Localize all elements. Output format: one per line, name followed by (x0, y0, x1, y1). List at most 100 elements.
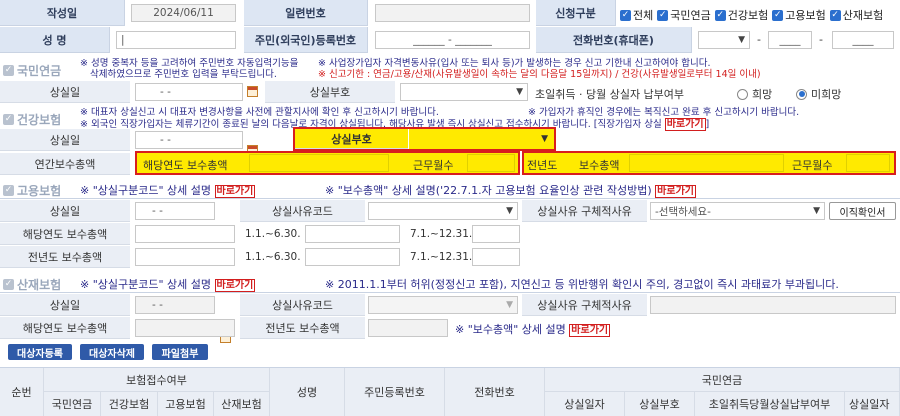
chevron-down-icon: ▼ (813, 206, 820, 216)
calendar-icon[interactable] (247, 86, 258, 97)
col-pension-loss-date-2: 상실일자 (845, 392, 900, 416)
health-prev-months-input[interactable] (846, 154, 890, 172)
health-go-link[interactable]: 바로가기 (664, 118, 706, 131)
separation-confirm-button[interactable]: 이직확인서 (829, 202, 896, 220)
employment-period2-input[interactable] (472, 225, 520, 243)
employment-prev-year-pay-input[interactable] (135, 248, 235, 266)
col-receipt-group: 보험접수여부 (44, 368, 270, 392)
industrial-loss-date-input[interactable]: - - (135, 296, 215, 314)
health-loss-code-select[interactable]: ▼ (409, 129, 554, 149)
pension-loss-date-input[interactable]: - - (135, 83, 243, 101)
health-annual-pay-label: 연간보수총액 (0, 153, 130, 175)
employment-note-1: ※ "상실구분코드" 상세 설명 바로가기 (80, 184, 256, 198)
employment-prev-period1-label: 1.1.~6.30. (245, 251, 301, 263)
industrial-prev-year-pay-label: 전년도 보수총액 (240, 317, 365, 339)
industrial-go-link-1[interactable]: 바로가기 (214, 279, 256, 292)
name-input[interactable]: | (116, 31, 236, 49)
employment-period1-input[interactable] (305, 225, 400, 243)
industrial-prev-year-pay-input[interactable] (368, 319, 448, 337)
health-work-months-label: 근무월수 (413, 159, 454, 172)
delete-subject-button[interactable]: 대상자삭제 (80, 344, 144, 360)
col-pension-loss-code: 상실부호 (625, 392, 695, 416)
employment-loss-date-input[interactable]: - - (135, 202, 215, 220)
employment-this-year-pay-input[interactable] (135, 225, 235, 243)
industrial-reason-detail-input[interactable] (650, 296, 896, 314)
name-label: 성 명 (0, 27, 110, 53)
employment-this-year-pay-label: 해당연도 보수총액 (0, 223, 130, 245)
industrial-this-year-pay-label: 해당연도 보수총액 (0, 317, 130, 339)
check-icon: ✓ (620, 9, 631, 21)
checkbox-all[interactable]: ✓ 전체 (620, 7, 653, 23)
radio-icon (796, 88, 807, 100)
col-rrn: 주민등록번호 (345, 368, 445, 416)
request-type-label: 신청구분 (536, 0, 616, 26)
phone-dash: - (819, 33, 823, 46)
radio-hope[interactable]: 희망 (737, 86, 772, 102)
rrn-input[interactable]: ______ - _______ (375, 31, 530, 49)
phone-mid-input[interactable]: ____ (768, 31, 812, 49)
pension-loss-code-label: 상실부호 (265, 81, 395, 103)
check-icon: ✓ (829, 9, 841, 21)
checkbox-pension[interactable]: ✓ 국민연금 (657, 7, 711, 23)
chevron-down-icon: ▼ (738, 35, 745, 45)
col-receipt-industrial: 산재보험 (214, 392, 270, 416)
pension-loss-code-select[interactable]: ▼ (400, 83, 528, 101)
industrial-note-2: ※ 2011.1.1부터 허위(정정신고 포함), 지연신고 등 위반행위 확인… (325, 278, 839, 291)
write-date-field[interactable]: 2024/06/11 (131, 4, 236, 22)
check-icon: ✓ (3, 65, 14, 76)
serial-field[interactable] (375, 4, 530, 22)
pension-note-1b: 삭제하였으므로 주민번호 입력을 부탁드립니다. (90, 69, 277, 80)
industrial-reason-code-select[interactable]: ▼ (368, 296, 518, 314)
check-icon: ✓ (3, 185, 14, 196)
serial-label: 일련번호 (244, 0, 368, 26)
result-table-header: 순번 보험접수여부 국민연금 건강보험 고용보험 산재보험 성명 주민등록번호 … (0, 367, 900, 416)
health-section-title: ✓ 건강보험 (3, 113, 62, 127)
health-work-months-input[interactable] (467, 154, 515, 172)
health-this-year-pay-input[interactable] (249, 154, 389, 172)
employment-prev-period2-input[interactable] (472, 248, 520, 266)
col-receipt-health: 건강보험 (101, 392, 158, 416)
col-phone: 전화번호 (445, 368, 545, 416)
check-icon: ✓ (3, 114, 14, 125)
employment-period1-label: 1.1.~6.30. (245, 228, 301, 240)
phone-last-input[interactable]: ____ (832, 31, 894, 49)
industrial-reason-code-label: 상실사유코드 (240, 294, 365, 316)
col-seq: 순번 (0, 368, 44, 416)
attach-file-button[interactable]: 파일첨부 (152, 344, 208, 360)
register-subject-button[interactable]: 대상자등록 (8, 344, 72, 360)
employment-reason-code-select[interactable]: ▼ (368, 202, 518, 220)
checkbox-health[interactable]: ✓ 건강보험 (714, 7, 768, 23)
chevron-down-icon: ▼ (516, 87, 523, 97)
health-loss-code-label: 상실부호 (295, 129, 408, 149)
industrial-note-3: ※ "보수총액" 상세 설명 바로가기 (455, 323, 611, 337)
health-loss-date-label: 상실일 (0, 129, 130, 151)
employment-reason-detail-select[interactable]: -선택하세요- ▼ (650, 202, 825, 220)
health-loss-date-input[interactable]: - - (135, 131, 243, 149)
checkbox-industrial[interactable]: ✓ 산재보험 (829, 7, 883, 23)
industrial-note-1: ※ "상실구분코드" 상세 설명 바로가기 (80, 278, 256, 292)
employment-go-link-1[interactable]: 바로가기 (214, 185, 256, 198)
health-prev-pay-input[interactable] (629, 154, 784, 172)
phone-label: 전화번호(휴대폰) (536, 27, 692, 53)
health-prev-year-label: 전년도 (527, 159, 558, 172)
health-this-year-pay-label: 해당연도 보수총액 (143, 159, 228, 172)
industrial-loss-date-label: 상실일 (0, 294, 130, 316)
checkbox-employment[interactable]: ✓ 고용보험 (772, 7, 826, 23)
col-pension-loss-date: 상실일자 (545, 392, 625, 416)
pension-section-title: ✓ 국민연금 (3, 64, 62, 78)
health-prev-pay-label: 보수총액 (579, 159, 620, 172)
employment-reason-detail-label: 상실사유 구체적사유 (522, 200, 647, 222)
col-receipt-pension: 국민연금 (44, 392, 101, 416)
employment-reason-code-label: 상실사유코드 (240, 200, 365, 222)
col-receipt-employment: 고용보험 (158, 392, 214, 416)
request-type-checkboxes: ✓ 전체 ✓ 국민연금 ✓ 건강보험 ✓ 고용보험 ✓ 산재보험 (616, 7, 883, 23)
phone-prefix-select[interactable]: ▼ (698, 31, 750, 49)
pension-note-2b: ※ 신고기한 : 연금/고용/산재(사유발생일이 속하는 달의 다음달 15일까… (318, 69, 761, 80)
industrial-this-year-pay-input[interactable] (135, 319, 235, 337)
radio-no-hope[interactable]: 미희망 (796, 86, 841, 102)
industrial-go-link-3[interactable]: 바로가기 (569, 324, 611, 337)
write-date-label: 작성일 (0, 0, 125, 26)
employment-go-link-2[interactable]: 바로가기 (655, 185, 696, 198)
rrn-label: 주민(외국인)등록번호 (244, 27, 368, 53)
employment-prev-period1-input[interactable] (305, 248, 400, 266)
